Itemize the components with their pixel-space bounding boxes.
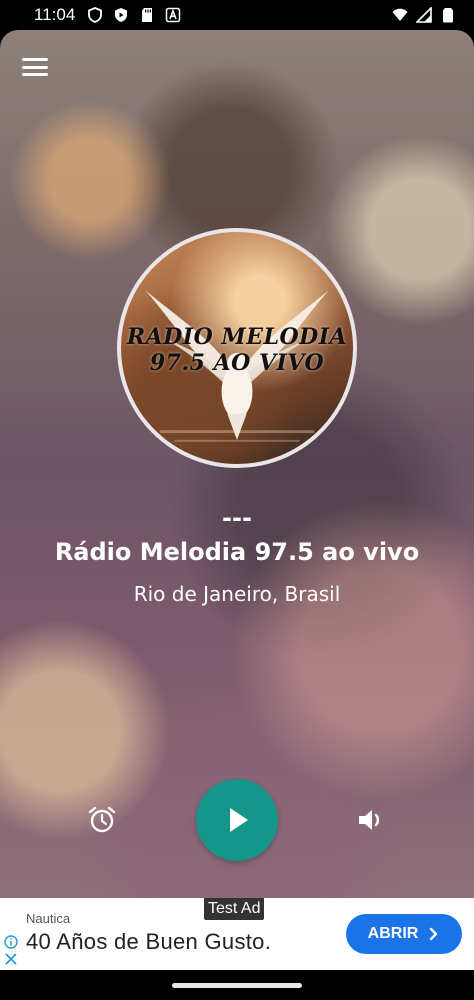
ad-headline: 40 Años de Buen Gusto. (26, 929, 272, 954)
test-ad-label: Test Ad (204, 898, 265, 920)
wifi-icon (392, 8, 408, 21)
status-bar: 11:04 (0, 0, 474, 30)
play-protect-icon (115, 8, 128, 22)
status-time: 11:04 (34, 5, 76, 24)
home-indicator[interactable] (172, 983, 302, 988)
station-logo: RADIO MELODIA 97.5 AO VIVO (117, 228, 357, 468)
ad-brand: Nautica (26, 911, 71, 926)
station-location: Rio de Janeiro, Brasil (133, 582, 341, 606)
battery-icon (443, 8, 453, 23)
ad-banner[interactable]: Test Ad Nautica 40 Años de Buen Gusto. A… (0, 898, 474, 970)
text-icon (166, 7, 181, 23)
hamburger-menu-icon[interactable] (22, 56, 48, 78)
status-right-icons (392, 7, 456, 23)
shield-icon (88, 7, 103, 23)
track-title: --- (222, 504, 252, 532)
play-button[interactable] (196, 779, 278, 861)
ad-close-icon[interactable] (4, 952, 18, 966)
logo-line-1: RADIO MELODIA (126, 324, 348, 350)
logo-line-2: 97.5 AO VIVO (149, 350, 325, 376)
volume-icon[interactable] (355, 805, 385, 835)
player-screen: RADIO MELODIA 97.5 AO VIVO --- Rádio Mel… (0, 30, 474, 898)
ad-open-button[interactable]: ABRIR (346, 914, 462, 954)
chevron-right-icon (430, 927, 438, 941)
ad-open-label: ABRIR (367, 925, 419, 942)
menu-line (22, 65, 48, 69)
ad-info-icon[interactable] (4, 935, 18, 949)
status-left-icons (87, 7, 181, 23)
menu-line (22, 73, 48, 76)
play-icon (230, 808, 248, 832)
alarm-clock-icon[interactable] (87, 805, 117, 835)
player-controls (0, 778, 474, 862)
sd-card-icon (142, 8, 153, 22)
system-nav-bar (0, 970, 474, 1000)
signal-icon (416, 7, 432, 23)
menu-line (22, 58, 48, 61)
station-name: Rádio Melodia 97.5 ao vivo (54, 538, 420, 566)
